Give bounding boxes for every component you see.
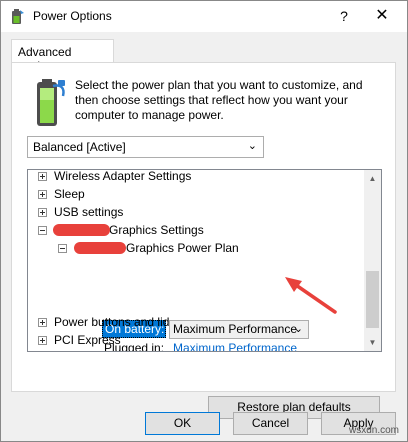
tree-item-label: Sleep [54, 187, 85, 201]
tree-item-label: Wireless Adapter Settings [54, 170, 192, 183]
expand-plus-icon[interactable] [38, 336, 47, 345]
watermark-text: wsxdn.com [349, 425, 400, 436]
settings-tree[interactable]: Wireless Adapter Settings Sleep USB sett… [27, 169, 382, 352]
battery-plug-icon [37, 79, 65, 126]
on-battery-value: Maximum Performance [173, 322, 298, 336]
tree-item-label: Power buttons and lid [54, 315, 170, 329]
close-button[interactable]: ✕ [369, 5, 395, 27]
ok-button[interactable]: OK [145, 412, 220, 435]
chevron-down-icon: ⌄ [293, 323, 303, 335]
tree-item-label: PCI Express [54, 333, 121, 347]
expand-plus-icon[interactable] [38, 318, 47, 327]
cancel-button[interactable]: Cancel [233, 412, 308, 435]
tree-item-label: Graphics Power Plan [126, 241, 239, 255]
redaction-mark [74, 242, 126, 254]
collapse-minus-icon[interactable] [38, 226, 47, 235]
dialog-client-area: Advanced settings Select the power plan … [1, 32, 407, 441]
tree-item-label: Graphics Settings [109, 223, 204, 237]
power-plan-dropdown[interactable]: Balanced [Active] ⌄ [27, 136, 264, 158]
help-button[interactable]: ? [331, 5, 357, 27]
tree-item-label: Processor power management [54, 349, 217, 351]
on-battery-dropdown[interactable]: Maximum Performance ⌄ [169, 320, 309, 339]
settings-tree-viewport: Wireless Adapter Settings Sleep USB sett… [28, 170, 365, 351]
window-title: Power Options [33, 9, 112, 23]
power-options-window: Power Options ? ✕ Advanced settings Sele… [0, 0, 408, 442]
power-plan-selected: Balanced [Active] [33, 140, 126, 154]
scroll-thumb[interactable] [366, 271, 379, 328]
collapse-minus-icon[interactable] [58, 244, 67, 253]
tree-item-label: USB settings [54, 205, 124, 219]
expand-plus-icon[interactable] [38, 208, 47, 217]
plan-description: Select the power plan that you want to c… [75, 78, 363, 122]
expand-plus-icon[interactable] [38, 172, 47, 181]
tab-advanced-settings[interactable]: Advanced settings [11, 39, 114, 73]
redaction-mark [53, 224, 110, 236]
expand-plus-icon[interactable] [38, 190, 47, 199]
chevron-down-icon: ⌄ [247, 140, 257, 152]
advanced-settings-panel: Select the power plan that you want to c… [11, 62, 396, 419]
tree-scrollbar[interactable]: ▲ ▼ [364, 170, 381, 351]
power-options-icon [12, 9, 24, 24]
scroll-up-icon[interactable]: ▲ [364, 170, 381, 187]
scroll-down-icon[interactable]: ▼ [364, 334, 381, 351]
title-bar[interactable]: Power Options ? ✕ [1, 1, 407, 32]
